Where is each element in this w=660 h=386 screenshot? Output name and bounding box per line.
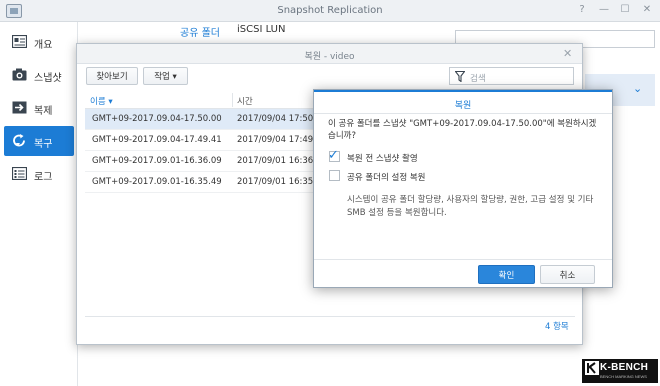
cancel-button[interactable]: 취소 <box>540 265 595 284</box>
recovery-icon <box>13 134 25 147</box>
minimize-button[interactable]: — <box>597 4 611 15</box>
dialog-title: 복원 <box>454 101 472 111</box>
column-divider <box>232 93 233 107</box>
sidebar-item-label: 로그 <box>34 172 53 183</box>
main-titlebar: Snapshot Replication ? — ☐ ✕ <box>0 0 660 22</box>
logo-subtext: BENCH MARKING NEWS <box>600 374 647 379</box>
sidebar-item-label: 복구 <box>34 139 53 150</box>
checkmark-icon: ✓ <box>328 148 339 163</box>
column-header-name[interactable]: 이름 ▾ <box>90 95 113 107</box>
help-button[interactable]: ? <box>575 4 589 15</box>
filter-search-input[interactable]: 검색 <box>449 67 574 85</box>
row-name: GMT+09-2017.09.04-17.50.00 <box>92 114 222 124</box>
filter-icon <box>455 71 465 82</box>
row-name: GMT+09-2017.09.01-16.36.09 <box>92 156 222 166</box>
item-count: 4 항목 <box>545 322 569 332</box>
sidebar: 개요 스냅샷 복제 복구 로그 <box>0 22 78 386</box>
close-button[interactable]: ✕ <box>640 4 654 15</box>
browse-button[interactable]: 찾아보기 <box>86 67 138 85</box>
restore-window-titlebar: 복원 - video ✕ <box>77 44 582 64</box>
checkbox-label[interactable]: 복원 전 스냅샷 촬영 <box>347 152 418 164</box>
row-name: GMT+09-2017.09.01-16.35.49 <box>92 177 222 187</box>
camera-icon <box>12 68 27 81</box>
app-title: Snapshot Replication <box>277 5 383 16</box>
sidebar-item-label: 복제 <box>34 106 53 117</box>
sidebar-item-log[interactable]: 로그 <box>4 159 74 189</box>
column-header-time[interactable]: 시간 <box>237 95 253 107</box>
kbench-logo: K-BENCH BENCH MARKING NEWS <box>582 359 658 383</box>
row-name: GMT+09-2017.09.04-17.49.41 <box>92 135 222 145</box>
row-time: 2017/09/01 16:36 <box>237 156 314 166</box>
restore-folder-settings-checkbox[interactable] <box>329 170 340 181</box>
sidebar-item-snapshot[interactable]: 스냅샷 <box>4 60 74 90</box>
overview-card-icon <box>12 35 27 48</box>
sidebar-item-recovery[interactable]: 복구 <box>4 126 74 156</box>
row-time: 2017/09/04 17:50 <box>237 114 314 124</box>
filter-placeholder: 검색 <box>470 74 486 84</box>
dialog-header: 복원 <box>314 90 612 114</box>
chevron-down-icon[interactable]: ⌄ <box>633 82 642 95</box>
ok-button[interactable]: 확인 <box>478 265 535 284</box>
sidebar-item-label: 개요 <box>34 40 53 51</box>
footer-divider <box>85 316 575 317</box>
dialog-divider <box>314 259 612 260</box>
checkbox-label[interactable]: 공유 폴더의 설정 복원 <box>347 171 426 183</box>
row-time: 2017/09/04 17:49 <box>237 135 314 145</box>
sidebar-item-replication[interactable]: 복제 <box>4 93 74 123</box>
k-logo-icon <box>585 361 599 375</box>
replication-icon <box>12 101 27 114</box>
restore-confirm-dialog: 복원 이 공유 폴더를 스냅샷 "GMT+09-2017.09.04-17.50… <box>313 89 613 288</box>
row-time: 2017/09/01 16:35 <box>237 177 314 187</box>
tab-iscsi-lun[interactable]: iSCSI LUN <box>237 24 285 35</box>
action-dropdown-button[interactable]: 작업 ▾ <box>143 67 188 85</box>
log-list-icon <box>12 167 27 180</box>
sidebar-item-label: 스냅샷 <box>34 73 62 84</box>
restore-window-title: 복원 - video <box>304 52 355 62</box>
close-icon[interactable]: ✕ <box>563 47 572 60</box>
logo-text: K-BENCH <box>600 362 649 373</box>
maximize-button[interactable]: ☐ <box>618 4 632 15</box>
dialog-description: 시스템이 공유 폴더 할당량, 사용자의 할당량, 권한, 고급 설정 및 기타… <box>347 195 594 218</box>
sidebar-item-overview[interactable]: 개요 <box>4 27 74 57</box>
dialog-message: 이 공유 폴더를 스냅샷 "GMT+09-2017.09.04-17.50.00… <box>328 119 597 141</box>
